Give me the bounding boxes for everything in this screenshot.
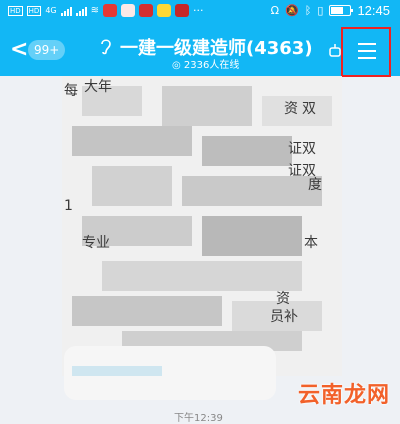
menu-icon — [358, 50, 376, 52]
app-notification-icon — [139, 4, 153, 17]
menu-icon — [358, 57, 376, 59]
back-arrow-icon[interactable]: < — [10, 38, 28, 62]
app-notification-icon — [175, 4, 189, 17]
battery-icon — [329, 5, 354, 16]
wifi-icon: ≋ — [90, 5, 99, 16]
message-fragment: 资 — [284, 101, 298, 117]
mute-icon: 🔕 — [285, 4, 299, 17]
message-fragment: 资 — [276, 291, 290, 307]
online-count: ◎ 2336人在线 — [172, 60, 240, 71]
group-tool-icon[interactable] — [328, 42, 342, 57]
signal-icon — [75, 6, 87, 16]
app-notification-icon — [157, 4, 171, 17]
more-notifications-icon: ··· — [193, 4, 204, 17]
message-fragment: 每 — [64, 83, 78, 99]
message-fragment: 员补 — [270, 309, 298, 325]
watermark-logo: 云南龙网 — [297, 383, 390, 408]
message-fragment: 证双 — [288, 141, 316, 157]
network-label: 4G — [45, 6, 57, 15]
signal-icon — [60, 6, 72, 16]
vibrate-icon: ▯ — [317, 4, 324, 17]
hd-chip: HD — [26, 5, 42, 16]
chat-header: HD HD 4G ≋ ··· Ω 🔕 ᛒ ▯ 12:45 < 99+ 一建一级建… — [0, 0, 400, 77]
message-fragment: 双 — [302, 101, 316, 117]
status-time: 12:45 — [357, 3, 390, 18]
hd-chip: HD — [8, 5, 23, 16]
pixelated-message: 每 大年 资 双 证双 证双 度 1 专业 本 资 员补 — [62, 76, 342, 376]
ear-icon[interactable] — [100, 36, 112, 60]
chat-area[interactable]: 每 大年 资 双 证双 证双 度 1 专业 本 资 员补 下午12:39 — [0, 76, 400, 424]
app-notification-icon — [103, 4, 117, 17]
message-fragment: 1 — [64, 198, 73, 214]
app-notification-icon — [121, 4, 135, 17]
message-timestamp: 下午12:39 — [174, 413, 223, 424]
unread-count-badge[interactable]: 99+ — [28, 40, 66, 60]
online-count-text: 2336人在线 — [183, 60, 240, 71]
link-highlight — [72, 366, 162, 376]
menu-icon — [358, 43, 376, 45]
menu-button[interactable] — [341, 27, 391, 77]
message-fragment: 度 — [308, 177, 322, 193]
message-fragment: 大年 — [84, 79, 112, 95]
bluetooth-icon: ᛒ — [304, 4, 312, 17]
message-fragment: 本 — [304, 235, 318, 251]
message-fragment: 专业 — [82, 235, 110, 251]
headset-icon: Ω — [270, 4, 280, 17]
status-bar: HD HD 4G ≋ ··· Ω 🔕 ᛒ ▯ 12:45 — [0, 0, 400, 26]
